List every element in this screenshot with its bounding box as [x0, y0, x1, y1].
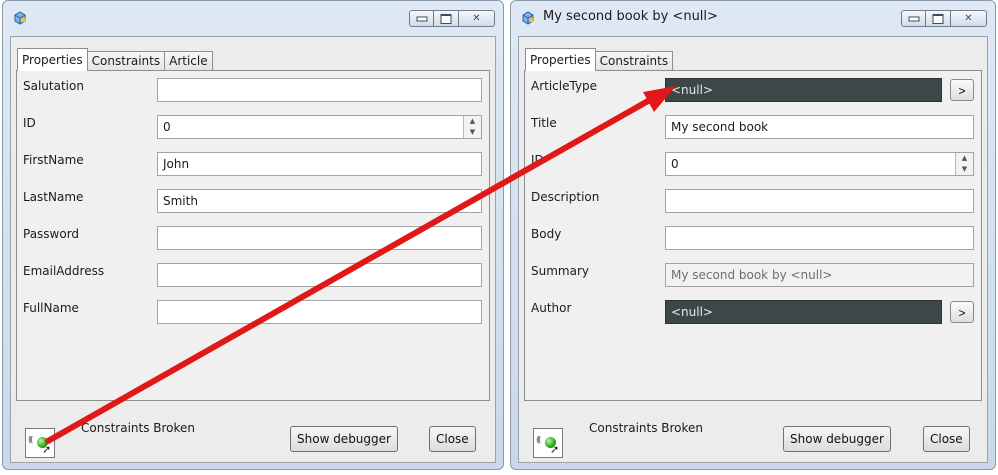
constraints-status: Constraints Broken — [589, 421, 704, 435]
description-field[interactable] — [665, 189, 974, 213]
spinner-buttons[interactable]: ▲ ▼ — [463, 116, 481, 138]
id-spinner[interactable]: 0 ▲ ▼ — [665, 152, 974, 176]
articletype-picker-button[interactable]: > — [950, 79, 974, 101]
show-debugger-button[interactable]: Show debugger — [290, 426, 398, 452]
field-label: FullName — [23, 301, 79, 315]
footer: ((( ➚ Constraints Broken Show debugger C… — [11, 401, 495, 462]
field-label: Salutation — [23, 79, 84, 93]
summary-field: My second book by <null> — [665, 263, 974, 287]
salutation-field[interactable] — [157, 78, 482, 102]
properties-panel: Salutation ID 0 ▲ ▼ FirstName John LastNa… — [16, 70, 490, 401]
field-label: ID — [531, 153, 544, 167]
window-client: Properties Constraints Article Salutatio… — [10, 36, 496, 463]
articletype-field[interactable]: <null> — [665, 78, 942, 102]
article-window: My second book by <null> ✕ Properties Co… — [510, 0, 996, 470]
field-label: Summary — [531, 264, 589, 278]
field-label: EmailAddress — [23, 264, 105, 278]
field-label: Description — [531, 190, 600, 204]
property-row: Summary My second book by <null> — [525, 263, 981, 289]
tab-properties[interactable]: Properties — [525, 48, 596, 71]
email-field[interactable] — [157, 263, 482, 287]
window-client: Properties Constraints ArticleType <null… — [518, 36, 988, 463]
minimize-button[interactable] — [901, 10, 926, 27]
spinner-buttons[interactable]: ▲ ▼ — [955, 153, 973, 175]
author-field[interactable]: <null> — [665, 300, 942, 324]
property-row: FirstName John — [17, 152, 489, 178]
close-icon: ✕ — [472, 12, 481, 24]
spin-down-icon[interactable]: ▼ — [464, 127, 481, 138]
app-cube-icon — [522, 11, 534, 25]
tab-bar: Properties Constraints Article — [17, 48, 213, 71]
tab-constraints[interactable]: Constraints — [86, 51, 166, 71]
app-cube-icon — [14, 11, 26, 25]
tab-article[interactable]: Article — [164, 51, 213, 71]
property-row: Body — [525, 226, 981, 252]
tab-bar: Properties Constraints — [525, 48, 674, 71]
tab-constraints[interactable]: Constraints — [594, 51, 674, 71]
properties-panel: ArticleType <null> > Title My second boo… — [524, 70, 982, 401]
field-label: ArticleType — [531, 79, 598, 93]
close-icon: ✕ — [964, 12, 973, 24]
fullname-field[interactable] — [157, 300, 482, 324]
minimize-button[interactable] — [409, 10, 434, 27]
author-picker-button[interactable]: > — [950, 301, 974, 323]
maximize-button[interactable] — [434, 10, 459, 27]
title-bar[interactable]: My second book by <null> ✕ — [511, 1, 995, 33]
password-field[interactable] — [157, 226, 482, 250]
field-label: Body — [531, 227, 562, 241]
title-field[interactable]: My second book — [665, 115, 974, 139]
title-bar[interactable]: ✕ — [3, 1, 503, 33]
cursor-icon: ➚ — [42, 443, 52, 456]
body-field[interactable] — [665, 226, 974, 250]
close-button[interactable]: Close — [429, 426, 476, 452]
lastname-field[interactable]: Smith — [157, 189, 482, 213]
constraint-indicator[interactable]: ((( ➚ — [25, 428, 55, 458]
show-debugger-button[interactable]: Show debugger — [783, 426, 891, 452]
close-window-button[interactable]: ✕ — [459, 10, 495, 27]
id-value: 0 — [671, 157, 679, 171]
spin-up-icon[interactable]: ▲ — [464, 116, 481, 127]
minimize-icon — [908, 16, 919, 21]
field-label: Author — [531, 301, 572, 315]
property-row: EmailAddress — [17, 263, 489, 289]
field-label: Password — [23, 227, 80, 241]
window-title: My second book by <null> — [543, 9, 718, 24]
minimize-icon — [416, 16, 427, 21]
property-row: Title My second book — [525, 115, 981, 141]
spin-down-icon[interactable]: ▼ — [956, 164, 973, 175]
property-row: ID 0 ▲ ▼ — [17, 115, 489, 141]
constraint-indicator[interactable]: ((( ➚ — [533, 428, 563, 458]
tab-properties[interactable]: Properties — [17, 48, 88, 71]
constraints-status: Constraints Broken — [81, 421, 196, 435]
footer: ((( ➚ Constraints Broken Show debugger C… — [519, 401, 987, 462]
close-button[interactable]: Close — [923, 426, 970, 452]
property-row: FullName — [17, 300, 489, 326]
property-row: ArticleType <null> > — [525, 78, 981, 104]
property-row: Salutation — [17, 78, 489, 104]
maximize-button[interactable] — [926, 10, 951, 27]
close-window-button[interactable]: ✕ — [951, 10, 987, 27]
maximize-icon — [932, 13, 944, 24]
field-label: LastName — [23, 190, 84, 204]
signal-waves-icon: ((( — [536, 435, 542, 444]
field-label: ID — [23, 116, 36, 130]
field-label: FirstName — [23, 153, 84, 167]
id-spinner[interactable]: 0 ▲ ▼ — [157, 115, 482, 139]
property-row: Password — [17, 226, 489, 252]
signal-waves-icon: ((( — [28, 435, 34, 444]
id-value: 0 — [163, 120, 171, 134]
property-row: ID 0 ▲ ▼ — [525, 152, 981, 178]
property-row: LastName Smith — [17, 189, 489, 215]
maximize-icon — [440, 13, 452, 24]
firstname-field[interactable]: John — [157, 152, 482, 176]
spin-up-icon[interactable]: ▲ — [956, 153, 973, 164]
field-label: Title — [531, 116, 557, 130]
property-row: Author <null> > — [525, 300, 981, 326]
cursor-icon: ➚ — [550, 443, 560, 456]
person-window: ✕ Properties Constraints Article Salutat… — [2, 0, 504, 470]
property-row: Description — [525, 189, 981, 215]
